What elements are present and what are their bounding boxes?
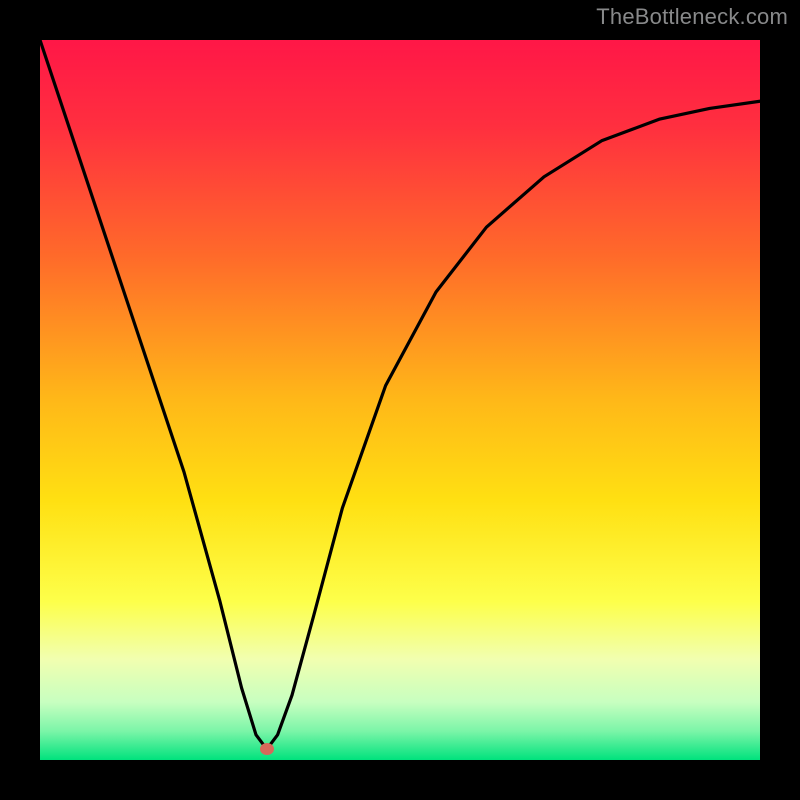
minimum-marker bbox=[260, 743, 274, 755]
chart-frame: TheBottleneck.com bbox=[0, 0, 800, 800]
watermark-text: TheBottleneck.com bbox=[596, 4, 788, 30]
plot-area bbox=[40, 40, 760, 760]
bottleneck-curve bbox=[40, 40, 760, 760]
